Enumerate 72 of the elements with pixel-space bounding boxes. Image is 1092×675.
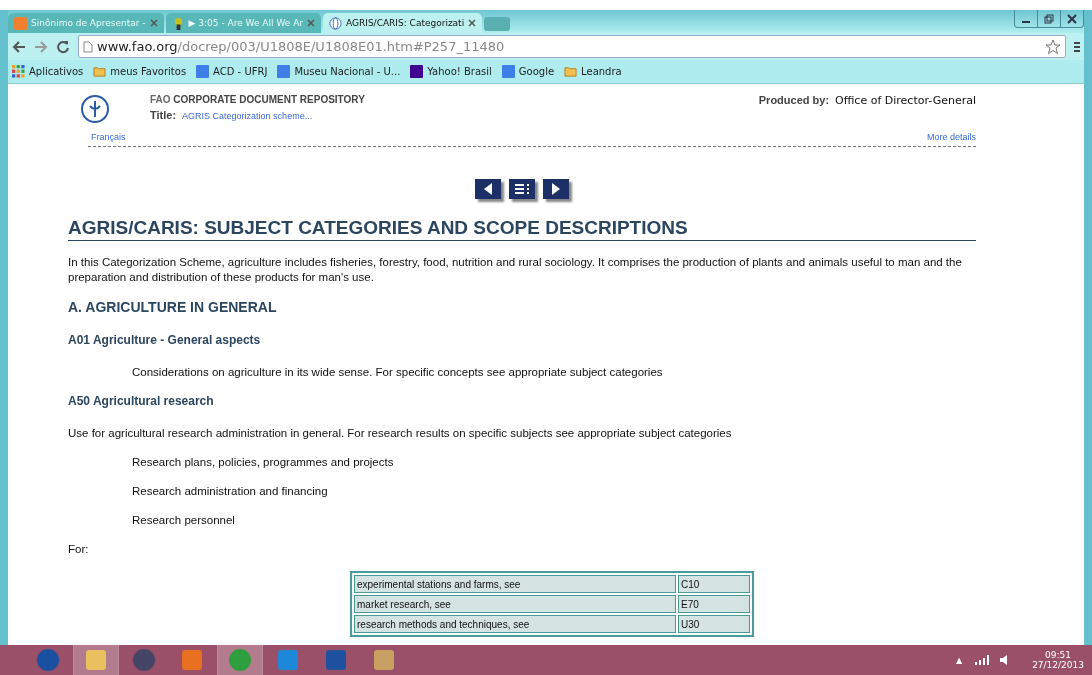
list-icon (514, 183, 530, 195)
table-cell: U30 (678, 615, 750, 633)
address-bar[interactable]: www.fao.org/docrep/003/U1808E/U1808E01.htm#P257_11480 (78, 35, 1066, 58)
table-cell: research methods and techniques, see (354, 615, 676, 633)
page-heading: AGRIS/CARIS: SUBJECT CATEGORIES AND SCOPE DESCRIPTIONS (68, 217, 976, 241)
table-cell: market research, see (354, 595, 676, 613)
repository-title: FAO CORPORATE DOCUMENT REPOSITORY (150, 94, 365, 105)
title-link[interactable]: AGRIS Categorization scheme... (182, 111, 313, 121)
contents-button[interactable] (509, 179, 535, 199)
body-text: Use for agricultural research administration in general. For research results on specific subjects see appropriate subject categories (68, 426, 733, 441)
body-text: For: (68, 542, 90, 557)
more-details-link[interactable]: More details (926, 132, 976, 142)
close-icon[interactable] (468, 19, 477, 27)
app-icon (276, 648, 300, 672)
page-icon (83, 40, 93, 53)
previous-button[interactable] (475, 179, 501, 199)
bookmark[interactable]: Aplicativos (12, 65, 84, 78)
category-heading: A01 Agriculture - General aspects (68, 333, 262, 347)
section-heading: A. AGRICULTURE IN GENERAL (68, 299, 278, 315)
close-icon[interactable] (149, 19, 158, 27)
square-tile-icon (501, 65, 515, 78)
intro-paragraph: In this Categorization Scheme, agriculture includes fisheries, forestry, food, nutrition and rural sociology. It comprises the production of plants and animals useful to man and the preparation and distribution of these products for man's use. (68, 255, 963, 285)
bookmark[interactable]: Google (501, 65, 555, 78)
category-text: Considerations on agriculture in its wide sense. For specific concepts see appropriate subject categories (131, 365, 664, 380)
app-icon (324, 648, 348, 672)
taskbar-app-button[interactable] (74, 645, 118, 675)
square-tile-icon (14, 16, 27, 30)
folder-icon (564, 65, 578, 78)
menu-icon[interactable] (1074, 39, 1080, 54)
clock-time[interactable]: 09:51 (1045, 650, 1072, 660)
browser-tab[interactable]: AGRIS/CARIS: Categorizati (323, 13, 483, 33)
fao-logo-icon (80, 94, 110, 124)
minimize-icon (1022, 20, 1030, 23)
close-icon (1067, 13, 1077, 24)
app-icon (372, 648, 396, 672)
restore-icon (1044, 13, 1054, 24)
category-text: Research administration and financing (131, 484, 329, 499)
app-icon (132, 648, 156, 672)
bookmark[interactable]: Yahoo! Brasil (410, 65, 492, 78)
language-link[interactable]: Français (91, 132, 126, 142)
app-icon (228, 648, 252, 672)
bookmark[interactable]: Leandra (564, 65, 622, 78)
bookmark[interactable]: ACD - UFRJ (196, 65, 268, 78)
back-icon[interactable] (12, 39, 26, 54)
square-tile-icon (196, 65, 210, 78)
forward-icon[interactable] (34, 39, 48, 54)
next-button[interactable] (543, 179, 569, 199)
folder-icon (93, 65, 107, 78)
globe-icon (329, 16, 342, 30)
producer-name: Office of Director-General (835, 94, 976, 107)
table-cell: C10 (678, 575, 750, 593)
category-text: Research plans, policies, programmes and projects (131, 455, 395, 470)
title-label: Title: (150, 109, 177, 121)
app-icon (180, 648, 204, 672)
star-icon[interactable] (1045, 38, 1061, 55)
bookmark[interactable]: Museu Nacional - U... (277, 65, 401, 78)
reload-icon[interactable] (56, 39, 70, 54)
square-tile-icon (410, 65, 424, 78)
close-icon[interactable] (307, 19, 315, 27)
table-cell: E70 (678, 595, 750, 613)
clock-date[interactable]: 27/12/2013 (1032, 660, 1084, 670)
apps-grid-icon (12, 65, 25, 78)
show-hidden-icons-button[interactable]: ▲ (955, 655, 963, 665)
network-icon[interactable] (974, 654, 991, 666)
category-text: Research personnel (131, 513, 236, 528)
category-heading: A50 Agricultural research (68, 394, 215, 408)
produced-label: Produced by: (758, 94, 830, 106)
square-tile-icon (277, 65, 291, 78)
bookmark[interactable]: meus Favoritos (93, 65, 187, 78)
app-icon (84, 648, 108, 672)
app-icon (36, 648, 60, 672)
table-cell: experimental stations and farms, see (354, 575, 676, 593)
